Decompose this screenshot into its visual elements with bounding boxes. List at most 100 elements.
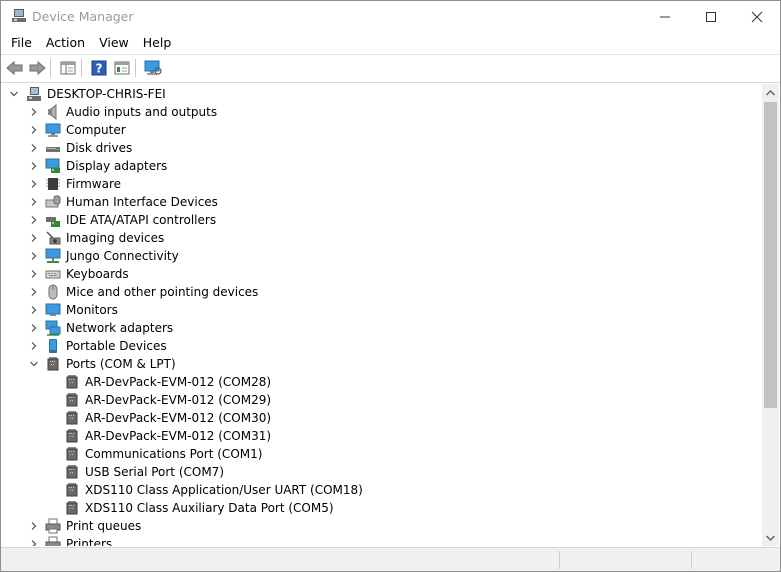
expand-chevron-icon[interactable]: [29, 283, 39, 301]
expand-chevron-icon[interactable]: [29, 175, 39, 193]
port-icon: [66, 393, 78, 407]
expand-chevron-icon[interactable]: [29, 247, 39, 265]
tree-item-label: Imaging devices: [66, 231, 165, 245]
collapse-chevron-icon[interactable]: [9, 85, 19, 103]
menu-view[interactable]: View: [92, 32, 136, 54]
keyboard-icon: [45, 270, 61, 279]
tree-item-label: Disk drives: [66, 141, 133, 155]
maximize-button[interactable]: [688, 1, 734, 32]
minimize-button[interactable]: [642, 1, 688, 32]
disk-drive-icon: [46, 147, 60, 152]
tree-item-label: Ports (COM & LPT): [66, 357, 176, 371]
scan-monitor-icon: [144, 60, 162, 75]
scrollbar-thumb[interactable]: [764, 102, 777, 408]
tree-port-label: AR-DevPack-EVM-012 (COM30): [85, 411, 272, 425]
port-icon: [66, 501, 78, 515]
tree-port-label: XDS110 Class Auxiliary Data Port (COM5): [85, 501, 334, 515]
camera-icon: [46, 231, 61, 245]
expand-chevron-icon[interactable]: [29, 265, 39, 283]
printer-icon: [45, 518, 61, 534]
firmware-chip-icon: [46, 178, 60, 190]
expand-chevron-icon[interactable]: [29, 535, 39, 546]
hid-icon: [45, 195, 61, 208]
network-adapter-icon: [45, 320, 61, 336]
vertical-scrollbar[interactable]: [762, 84, 779, 546]
menu-action[interactable]: Action: [39, 32, 92, 54]
tree-item-label: Monitors: [66, 303, 118, 317]
tree-item-label: Print queues: [66, 519, 142, 533]
tree-port-label: AR-DevPack-EVM-012 (COM29): [85, 393, 272, 407]
scroll-down-arrow-icon: [766, 535, 775, 541]
device-tree: DESKTOP-CHRIS-FEI Audio inputs and outpu…: [2, 84, 762, 546]
close-button[interactable]: [734, 1, 780, 32]
expand-chevron-icon[interactable]: [29, 193, 39, 211]
forward-button[interactable]: [27, 58, 47, 78]
portable-device-icon: [49, 339, 57, 353]
properties-icon: [114, 61, 130, 75]
port-icon: [66, 429, 78, 443]
tree-port-label: AR-DevPack-EVM-012 (COM31): [85, 429, 272, 443]
tree-item-label: Mice and other pointing devices: [66, 285, 259, 299]
ide-controller-icon: [46, 217, 60, 227]
back-arrow-icon: [6, 60, 23, 76]
expand-chevron-icon[interactable]: [29, 211, 39, 229]
minimize-icon: [660, 16, 670, 17]
maximize-icon: [706, 11, 716, 22]
tree-root-node[interactable]: DESKTOP-CHRIS-FEI: [2, 85, 762, 103]
scroll-down-button[interactable]: [762, 529, 779, 546]
speaker-icon: [48, 104, 57, 120]
monitor-icon: [45, 303, 61, 316]
tree-item-label: Display adapters: [66, 159, 168, 173]
svg-text:?: ?: [96, 62, 103, 76]
scroll-up-arrow-icon: [766, 89, 775, 95]
display-adapter-icon: [45, 158, 60, 173]
expand-chevron-icon[interactable]: [29, 517, 39, 535]
expand-chevron-icon[interactable]: [29, 337, 39, 355]
toolbar-separator: [135, 59, 136, 77]
tree-item-label: Audio inputs and outputs: [66, 105, 218, 119]
tree-item-label: Human Interface Devices: [66, 195, 218, 209]
tree-item-label: Keyboards: [66, 267, 129, 281]
device-manager-app-icon: [12, 9, 26, 22]
forward-arrow-icon: [29, 60, 46, 76]
tree-port-label: USB Serial Port (COM7): [85, 465, 224, 479]
close-icon: [751, 11, 763, 22]
mouse-icon: [48, 284, 58, 300]
expand-chevron-icon[interactable]: [29, 229, 39, 247]
port-icon: [66, 465, 78, 479]
expand-chevron-icon[interactable]: [29, 319, 39, 337]
tree-item-label: Jungo Connectivity: [66, 249, 179, 263]
window-title: Device Manager: [32, 9, 134, 24]
help-button[interactable]: ?: [89, 58, 109, 78]
root-computer-name: DESKTOP-CHRIS-FEI: [47, 87, 166, 101]
collapse-chevron-icon[interactable]: [29, 355, 39, 373]
menu-help[interactable]: Help: [136, 32, 179, 54]
port-icon: [66, 375, 78, 389]
computer-icon: [45, 123, 61, 137]
scroll-up-button[interactable]: [762, 84, 779, 101]
device-manager-window: Device Manager File Action View Help ? D…: [0, 0, 781, 572]
expand-chevron-icon[interactable]: [29, 121, 39, 139]
expand-chevron-icon[interactable]: [29, 103, 39, 121]
menu-file[interactable]: File: [1, 32, 39, 54]
expand-chevron-icon[interactable]: [29, 157, 39, 175]
port-icon: [66, 411, 78, 425]
computer-tower-icon: [27, 87, 41, 101]
title-bar[interactable]: Device Manager: [1, 1, 780, 32]
tree-item-label: Printers: [66, 537, 113, 546]
back-button[interactable]: [5, 58, 25, 78]
toolbar: ?: [1, 54, 780, 83]
status-bar: [1, 547, 780, 571]
status-bar-separator: [691, 551, 692, 569]
show-hide-console-tree-button[interactable]: [58, 58, 78, 78]
expand-chevron-icon[interactable]: [29, 301, 39, 319]
port-icon: [66, 447, 78, 461]
port-icon: [66, 483, 78, 497]
properties-button[interactable]: [112, 58, 132, 78]
network-monitor-icon: [45, 248, 61, 263]
expand-chevron-icon[interactable]: [29, 139, 39, 157]
status-bar-separator: [559, 551, 560, 569]
tree-item-label: Firmware: [66, 177, 121, 191]
scan-hardware-changes-button[interactable]: [143, 58, 163, 78]
menu-bar: File Action View Help: [1, 32, 780, 54]
